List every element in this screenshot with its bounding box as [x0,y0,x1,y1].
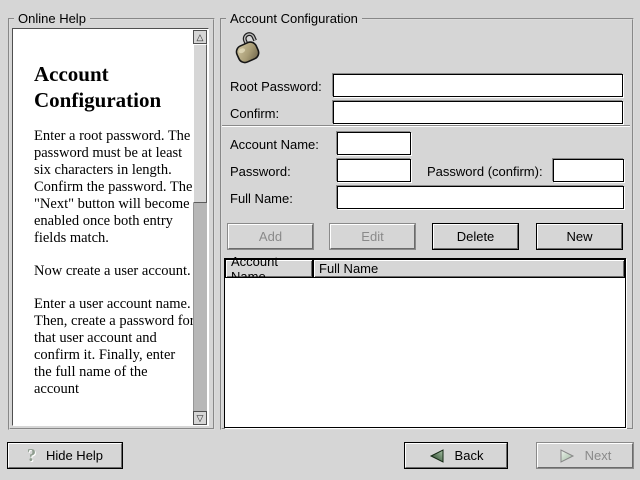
user-password-input[interactable] [337,159,411,182]
back-arrow-icon [429,449,445,463]
add-button-label: Add [259,229,282,244]
account-name-input[interactable] [337,132,411,155]
help-text: Account Configuration Enter a root passw… [34,61,195,414]
column-header-full-name[interactable]: Full Name [313,259,625,278]
user-password-label: Password: [230,164,291,179]
online-help-frame-label: Online Help [14,11,90,26]
confirm-label: Confirm: [230,106,279,121]
help-heading: Account Configuration [34,61,195,113]
question-mark-icon: ? [27,445,36,466]
full-name-label: Full Name: [230,191,293,206]
next-button-label: Next [585,448,612,463]
delete-button[interactable]: Delete [433,224,518,249]
scroll-up-button[interactable]: △ [193,30,207,44]
next-button[interactable]: Next [537,443,633,468]
hide-help-button[interactable]: ? Hide Help [8,443,122,468]
root-password-input[interactable] [333,74,623,97]
padlock-icon [226,31,266,69]
column-header-account-name[interactable]: Account Name [225,259,313,278]
back-button[interactable]: Back [405,443,507,468]
scrollbar-trough[interactable] [193,203,207,411]
root-password-label: Root Password: [230,79,322,94]
down-arrow-icon: ▽ [197,414,204,423]
back-button-label: Back [455,448,484,463]
help-paragraph: Now create a user account. [34,263,195,280]
next-arrow-icon [559,449,575,463]
account-name-label: Account Name: [230,137,319,152]
up-arrow-icon: △ [197,33,204,42]
full-name-input[interactable] [337,186,624,209]
new-button-label: New [566,229,592,244]
section-separator [222,125,630,127]
password-confirm-label: Password (confirm): [427,164,543,179]
help-scrollbar[interactable]: △ ▽ [193,30,207,425]
password-confirm-input[interactable] [553,159,624,182]
help-paragraph: Enter a root password. The password must… [34,128,195,247]
accounts-table: Account Name Full Name [224,258,626,428]
accounts-table-body[interactable] [225,278,625,427]
column-header-label: Full Name [319,261,378,276]
confirm-password-input[interactable] [333,101,623,124]
help-paragraph: Enter a user account name. Then, create … [34,296,195,398]
help-content-area: Account Configuration Enter a root passw… [12,28,209,426]
account-configuration-frame-label: Account Configuration [226,11,362,26]
installer-window: Online Help Account Configuration Enter … [0,0,640,480]
edit-button-label: Edit [361,229,383,244]
hide-help-button-label: Hide Help [46,448,103,463]
scroll-down-button[interactable]: ▽ [193,411,207,425]
scrollbar-thumb[interactable] [193,44,207,203]
edit-button[interactable]: Edit [330,224,415,249]
new-button[interactable]: New [537,224,622,249]
add-button[interactable]: Add [228,224,313,249]
accounts-table-header: Account Name Full Name [225,259,625,278]
delete-button-label: Delete [457,229,495,244]
